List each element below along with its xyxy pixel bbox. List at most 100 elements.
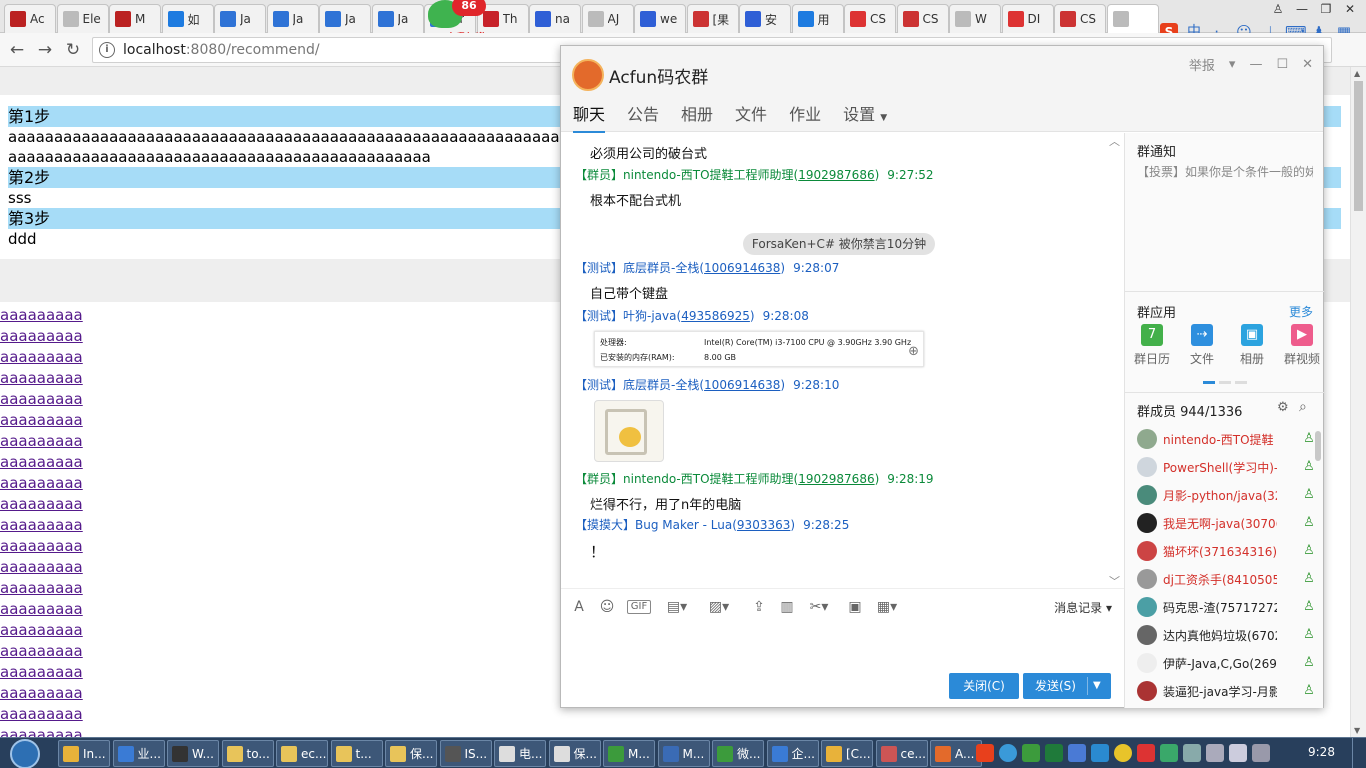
report-link[interactable]: 举报: [1189, 55, 1215, 74]
notice-text[interactable]: 【投票】如果你是个条件一般的妹...: [1137, 163, 1313, 180]
member-settings-icon[interactable]: ⚙: [1277, 400, 1289, 415]
scroll-down-icon[interactable]: ▼: [1354, 726, 1360, 735]
browser-tab[interactable]: CS: [896, 4, 949, 33]
bluetooth-tray-icon[interactable]: [1091, 744, 1109, 762]
browser-tab[interactable]: 如: [161, 4, 214, 33]
tab-album[interactable]: 相册: [681, 101, 713, 133]
member-avatar[interactable]: [1137, 457, 1157, 477]
browser-tab[interactable]: CS: [1054, 4, 1106, 33]
list-link[interactable]: aaaaaaaaa: [0, 578, 83, 599]
member-name[interactable]: Bug Maker - Lua: [635, 518, 732, 532]
chat-minimize-button[interactable]: —: [1249, 57, 1262, 72]
member-name[interactable]: nintendo-西TO提鞋工程师助理: [623, 168, 794, 182]
monitor-tray-icon[interactable]: [1206, 744, 1224, 762]
inbox-icon[interactable]: ▣: [843, 598, 867, 616]
terminal-tray-icon[interactable]: [1045, 744, 1063, 762]
chat-maximize-button[interactable]: ☐: [1276, 57, 1288, 72]
browser-tab[interactable]: na: [529, 4, 581, 33]
member-row[interactable]: 装逼犯-java学习-月影大 ♙: [1137, 677, 1317, 705]
member-search-icon[interactable]: ⌕: [1299, 399, 1307, 415]
member-name[interactable]: nintendo-西TO提鞋工程师助理: [623, 472, 794, 486]
send-options-icon[interactable]: ▼: [1093, 673, 1101, 699]
member-avatar[interactable]: [1137, 541, 1157, 561]
chat-close-button[interactable]: ✕: [1302, 57, 1313, 72]
sogou-tray-icon[interactable]: [976, 744, 994, 762]
group-app[interactable]: ⇢ 文件: [1181, 324, 1223, 367]
member-row[interactable]: dj工资杀手(841050535) ♙: [1137, 565, 1317, 593]
emoji-icon[interactable]: ☺: [595, 598, 619, 616]
message-history-button[interactable]: 消息记录 ▾: [1054, 599, 1112, 616]
close-chat-button[interactable]: 关闭(C): [949, 673, 1019, 699]
scroll-down-icon[interactable]: ﹀: [1109, 573, 1120, 588]
list-link[interactable]: aaaaaaaaa: [0, 641, 83, 662]
group-app[interactable]: ▶ 群视频: [1281, 324, 1323, 367]
member-list-scrollbar[interactable]: [1315, 431, 1321, 461]
message-input[interactable]: [561, 623, 1124, 671]
network-tray-icon[interactable]: [1068, 744, 1086, 762]
apps-more-link[interactable]: 更多: [1289, 303, 1313, 320]
taskbar-item[interactable]: 业...: [112, 740, 165, 767]
member-qq[interactable]: 1006914638: [704, 261, 780, 275]
member-row[interactable]: 猫坏坏(371634316) ♙: [1137, 537, 1317, 565]
send-button[interactable]: 发送(S) ▼: [1023, 673, 1111, 699]
group-avatar[interactable]: [572, 59, 604, 91]
list-link[interactable]: aaaaaaaaa: [0, 557, 83, 578]
user-icon[interactable]: ♙: [1266, 0, 1290, 18]
member-qq[interactable]: 9303363: [737, 518, 790, 532]
maximize-button[interactable]: ❐: [1314, 0, 1338, 18]
dot[interactable]: [1219, 381, 1231, 384]
image-attachment-chair[interactable]: [594, 400, 664, 462]
member-avatar[interactable]: [1137, 597, 1157, 617]
taskbar-item[interactable]: M...: [603, 740, 655, 767]
member-row[interactable]: 月影-python/java(32968 ♙: [1137, 481, 1317, 509]
member-row[interactable]: PowerShell(学习中)-王二 ♙: [1137, 453, 1317, 481]
minimize-button[interactable]: —: [1290, 0, 1314, 18]
taskbar-clock[interactable]: 9:28: [1308, 745, 1335, 759]
member-avatar[interactable]: [1137, 513, 1157, 533]
taskbar-item[interactable]: ec...: [276, 740, 328, 767]
member-avatar[interactable]: [1137, 625, 1157, 645]
member-avatar[interactable]: [1137, 653, 1157, 673]
list-link[interactable]: aaaaaaaaa: [0, 725, 83, 737]
page-scrollbar[interactable]: ▲ ▼: [1350, 67, 1366, 737]
show-desktop-button[interactable]: [1352, 738, 1366, 768]
list-link[interactable]: aaaaaaaaa: [0, 452, 83, 473]
tab-chat[interactable]: 聊天: [573, 101, 606, 133]
gift-icon[interactable]: ▤▾: [665, 598, 689, 616]
browser-tab[interactable]: 用: [791, 4, 844, 33]
taskbar-item[interactable]: ce...: [875, 740, 928, 767]
scissors-icon[interactable]: ✂▾: [807, 598, 831, 616]
member-row[interactable]: 伊萨-Java,C,Go(2695690 ♙: [1137, 649, 1317, 677]
taskbar-item[interactable]: to...: [221, 740, 274, 767]
taskbar-item[interactable]: 企...: [766, 740, 819, 767]
browser-tab[interactable]: AJ: [581, 4, 634, 33]
more-tools-icon[interactable]: ▦▾: [875, 598, 899, 616]
list-link[interactable]: aaaaaaaaa: [0, 515, 83, 536]
taskbar-item[interactable]: 保...: [385, 740, 437, 767]
browser-tab[interactable]: Ele: [56, 4, 109, 33]
list-link[interactable]: aaaaaaaaa: [0, 620, 83, 641]
list-link[interactable]: aaaaaaaaa: [0, 662, 83, 683]
member-avatar[interactable]: [1137, 485, 1157, 505]
font-icon[interactable]: A: [567, 598, 591, 616]
list-link[interactable]: aaaaaaaaa: [0, 536, 83, 557]
browser-tab[interactable]: [果: [686, 4, 739, 33]
browser-tab[interactable]: Ja: [266, 4, 319, 33]
back-button[interactable]: ←: [6, 39, 28, 61]
member-avatar[interactable]: [1137, 681, 1157, 701]
member-row[interactable]: nintendo-西TO提鞋 ♙: [1137, 425, 1317, 453]
browser-tab[interactable]: Ac: [4, 4, 56, 33]
wechat-tray-icon[interactable]: [1022, 744, 1040, 762]
site-info-icon[interactable]: i: [99, 42, 115, 58]
start-button[interactable]: [6, 738, 46, 768]
upload-icon[interactable]: ⇪: [747, 598, 771, 616]
input-tray-icon[interactable]: [1252, 744, 1270, 762]
scroll-up-icon[interactable]: ▲: [1354, 69, 1360, 78]
browser-tab[interactable]: W: [949, 4, 1001, 33]
list-link[interactable]: aaaaaaaaa: [0, 326, 83, 347]
list-link[interactable]: aaaaaaaaa: [0, 704, 83, 725]
dot[interactable]: [1235, 381, 1247, 384]
qq-tray-icon[interactable]: [999, 744, 1017, 762]
member-qq[interactable]: 1006914638: [704, 378, 780, 392]
browser-tab[interactable]: DI: [1001, 4, 1054, 33]
